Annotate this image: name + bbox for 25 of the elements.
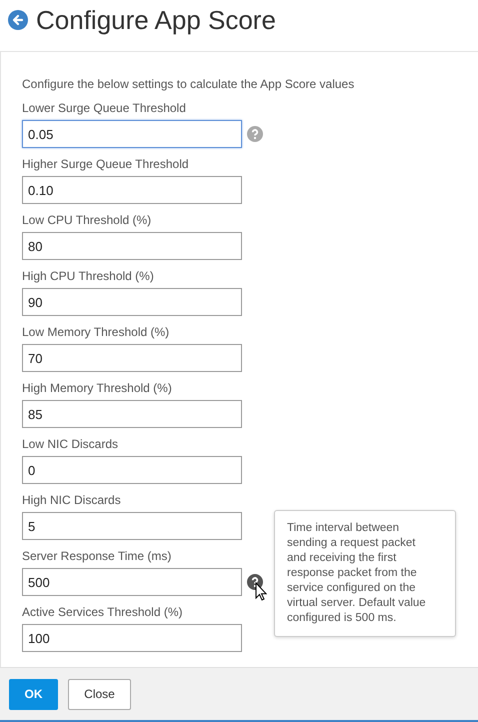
- field-label: Low Memory Threshold (%): [22, 324, 170, 340]
- input-field[interactable]: 100: [22, 624, 242, 652]
- tooltip: Time interval between sending a request packet and receiving the first response packet from the service configured on the virtual server. Default value configured is 500 ms.: [274, 510, 456, 637]
- intro-text: Configure the below settings to calculate the App Score values: [22, 76, 356, 92]
- input-field[interactable]: 5: [22, 512, 242, 540]
- field-label: Server Response Time (ms): [22, 548, 172, 564]
- input-field[interactable]: 0: [22, 456, 242, 484]
- field-label: High CPU Threshold (%): [22, 268, 154, 284]
- input-field[interactable]: 0.10: [22, 176, 242, 204]
- close-button[interactable]: Close: [68, 678, 131, 710]
- mouse-pointer-icon: [255, 582, 267, 601]
- input-field[interactable]: 85: [22, 400, 242, 428]
- page-title: Configure App Score: [36, 4, 276, 37]
- field-label: Active Services Threshold (%): [22, 604, 182, 620]
- input-field[interactable]: 70: [22, 344, 242, 372]
- field-label: Low NIC Discards: [22, 436, 118, 452]
- field-label: Higher Surge Queue Threshold: [22, 156, 189, 172]
- input-field[interactable]: 0.05: [22, 120, 242, 148]
- input-field[interactable]: 500: [22, 568, 242, 596]
- input-field[interactable]: 80: [22, 232, 242, 260]
- field-label: High NIC Discards: [22, 492, 121, 508]
- input-field[interactable]: 90: [22, 288, 242, 316]
- field-label: Low CPU Threshold (%): [22, 212, 152, 228]
- field-label: Lower Surge Queue Threshold: [22, 100, 186, 116]
- field-label: High Memory Threshold (%): [22, 380, 172, 396]
